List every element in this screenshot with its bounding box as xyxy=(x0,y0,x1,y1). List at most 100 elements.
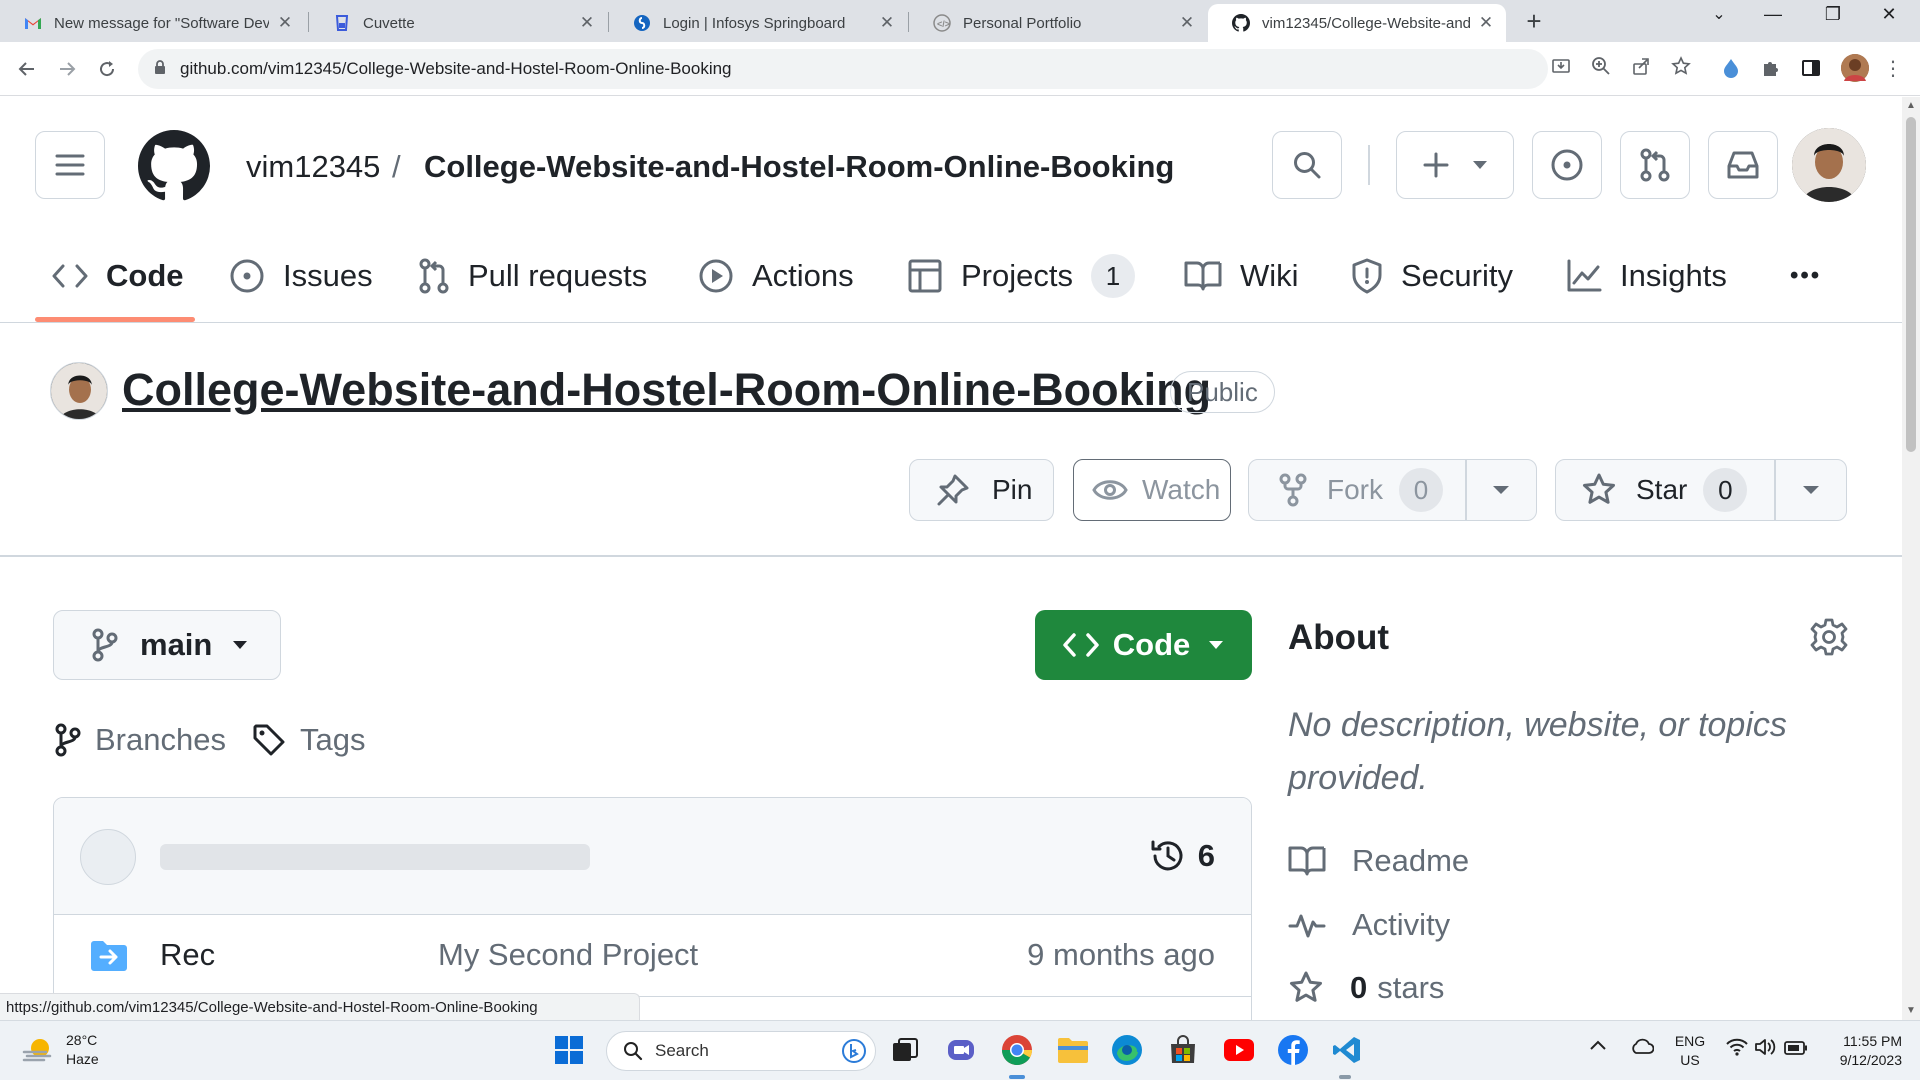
tab-gmail[interactable]: New message for "Software Deve ✕ xyxy=(0,4,305,42)
pin-button[interactable]: Pin xyxy=(909,459,1054,521)
cuvette-icon xyxy=(333,14,351,32)
star-button[interactable]: Star 0 xyxy=(1556,460,1774,520)
header-divider xyxy=(1368,145,1370,185)
issues-button[interactable] xyxy=(1532,131,1602,199)
gear-icon[interactable] xyxy=(1809,617,1849,657)
bookmark-star-icon[interactable] xyxy=(1669,56,1693,80)
star-count: 0 xyxy=(1703,468,1748,512)
close-tab-icon[interactable]: ✕ xyxy=(879,13,895,33)
pull-requests-button[interactable] xyxy=(1620,131,1690,199)
reload-button[interactable] xyxy=(90,52,124,86)
fork-button[interactable]: Fork 0 xyxy=(1249,460,1465,520)
tab-infosys[interactable]: Login | Infosys Springboard ✕ xyxy=(609,4,907,42)
minimize-button[interactable]: — xyxy=(1750,4,1796,25)
task-view-icon[interactable] xyxy=(888,1033,922,1067)
stars-link[interactable]: 0 stars xyxy=(1288,966,1444,1010)
close-tab-icon[interactable]: ✕ xyxy=(1478,13,1494,33)
browser-profile-avatar[interactable] xyxy=(1841,54,1869,82)
star-dropdown-button[interactable] xyxy=(1776,460,1847,520)
create-new-button[interactable] xyxy=(1396,131,1514,199)
tags-link[interactable]: Tags xyxy=(252,718,365,762)
inbox-button[interactable] xyxy=(1708,131,1778,199)
install-app-icon[interactable] xyxy=(1549,56,1573,80)
language-indicator[interactable]: ENG US xyxy=(1670,1032,1710,1070)
battery-icon[interactable] xyxy=(1784,1040,1808,1060)
tab-github-repo[interactable]: vim12345/College-Website-and-Hostel-Room… xyxy=(1208,4,1506,42)
folder-icon xyxy=(90,940,128,972)
commit-message[interactable]: My Second Project xyxy=(438,937,698,973)
volume-icon[interactable] xyxy=(1754,1038,1776,1061)
tab-wiki[interactable]: Wiki xyxy=(1184,251,1299,301)
youtube-icon[interactable] xyxy=(1222,1033,1256,1067)
fork-dropdown-button[interactable] xyxy=(1467,460,1537,520)
share-icon[interactable] xyxy=(1629,56,1653,80)
watch-button[interactable]: Watch xyxy=(1073,459,1231,521)
file-explorer-icon[interactable] xyxy=(1056,1033,1090,1067)
onedrive-cloud-icon[interactable] xyxy=(1630,1038,1655,1059)
eye-icon xyxy=(1092,480,1128,500)
tab-code[interactable]: Code xyxy=(52,251,184,301)
zoom-icon[interactable] xyxy=(1589,56,1613,80)
breadcrumb-owner[interactable]: vim12345 xyxy=(246,149,380,185)
close-tab-icon[interactable]: ✕ xyxy=(277,13,293,33)
code-icon xyxy=(1063,633,1099,657)
user-avatar[interactable] xyxy=(1792,128,1866,202)
file-name[interactable]: Rec xyxy=(160,937,215,973)
tab-security[interactable]: Security xyxy=(1351,251,1513,301)
side-panel-icon[interactable] xyxy=(1798,55,1824,81)
scrollbar-thumb[interactable] xyxy=(1906,117,1916,452)
tab-insights[interactable]: Insights xyxy=(1566,251,1727,301)
repo-navigation: Code Issues Pull requests Actions Projec… xyxy=(0,231,1902,323)
more-tabs-button[interactable]: ••• xyxy=(1790,251,1821,301)
close-window-button[interactable]: ✕ xyxy=(1866,4,1912,25)
close-tab-icon[interactable]: ✕ xyxy=(1179,13,1195,33)
wifi-icon[interactable] xyxy=(1726,1038,1748,1061)
branches-link[interactable]: Branches xyxy=(55,718,226,762)
taskbar-search-box[interactable]: Search xyxy=(606,1031,876,1071)
edge-icon[interactable] xyxy=(1110,1033,1144,1067)
tab-cuvette[interactable]: Cuvette ✕ xyxy=(309,4,607,42)
svg-text:</>: </> xyxy=(937,19,950,29)
vscode-icon[interactable] xyxy=(1330,1033,1364,1067)
chrome-taskbar-icon[interactable] xyxy=(1000,1033,1034,1067)
tab-portfolio[interactable]: </> Personal Portfolio ✕ xyxy=(909,4,1207,42)
readme-link[interactable]: Readme xyxy=(1288,839,1469,883)
activity-link[interactable]: Activity xyxy=(1288,903,1450,947)
extensions-puzzle-icon[interactable] xyxy=(1758,55,1784,81)
back-button[interactable] xyxy=(10,52,44,86)
page-scrollbar[interactable]: ▲ ▼ xyxy=(1902,97,1920,1020)
extension-drop-icon[interactable] xyxy=(1718,55,1744,81)
weather-widget[interactable]: 28°C Haze xyxy=(22,1031,99,1069)
microsoft-store-icon[interactable] xyxy=(1166,1033,1200,1067)
search-button[interactable] xyxy=(1272,131,1342,199)
tab-projects[interactable]: Projects 1 xyxy=(907,251,1135,301)
tab-pull-requests[interactable]: Pull requests xyxy=(418,251,647,301)
code-dropdown-button[interactable]: Code xyxy=(1035,610,1252,680)
forward-button[interactable] xyxy=(50,52,84,86)
github-logo-icon[interactable] xyxy=(138,130,210,202)
tab-search-chevron-icon[interactable]: ⌄ xyxy=(1696,4,1742,24)
repo-owner-avatar[interactable] xyxy=(50,362,108,420)
address-bar[interactable]: github.com/vim12345/College-Website-and-… xyxy=(138,49,1548,89)
file-row[interactable]: Rec My Second Project 9 months ago xyxy=(54,915,1251,997)
commit-history-link[interactable]: 6 xyxy=(1150,834,1215,878)
breadcrumb-repo[interactable]: College-Website-and-Hostel-Room-Online-B… xyxy=(424,149,1174,185)
portfolio-icon: </> xyxy=(933,14,951,32)
show-hidden-icons-chevron[interactable] xyxy=(1590,1037,1606,1055)
close-tab-icon[interactable]: ✕ xyxy=(579,13,595,33)
start-button[interactable] xyxy=(552,1033,586,1067)
new-tab-button[interactable]: + xyxy=(1520,6,1548,36)
teams-meet-icon[interactable] xyxy=(944,1033,978,1067)
repo-title[interactable]: College-Website-and-Hostel-Room-Online-B… xyxy=(122,364,1211,416)
pulse-icon xyxy=(1288,914,1326,938)
lock-icon xyxy=(154,60,174,78)
link-status-bar: https://github.com/vim12345/College-Webs… xyxy=(0,993,640,1020)
global-menu-button[interactable] xyxy=(35,131,105,199)
tab-actions[interactable]: Actions xyxy=(698,251,854,301)
tab-issues[interactable]: Issues xyxy=(229,251,373,301)
maximize-button[interactable]: ❐ xyxy=(1810,4,1856,25)
branch-select-button[interactable]: main xyxy=(53,610,281,680)
clock[interactable]: 11:55 PM 9/12/2023 xyxy=(1818,1032,1902,1070)
facebook-icon[interactable] xyxy=(1276,1033,1310,1067)
chrome-menu-icon[interactable]: ⋮ xyxy=(1880,55,1906,81)
